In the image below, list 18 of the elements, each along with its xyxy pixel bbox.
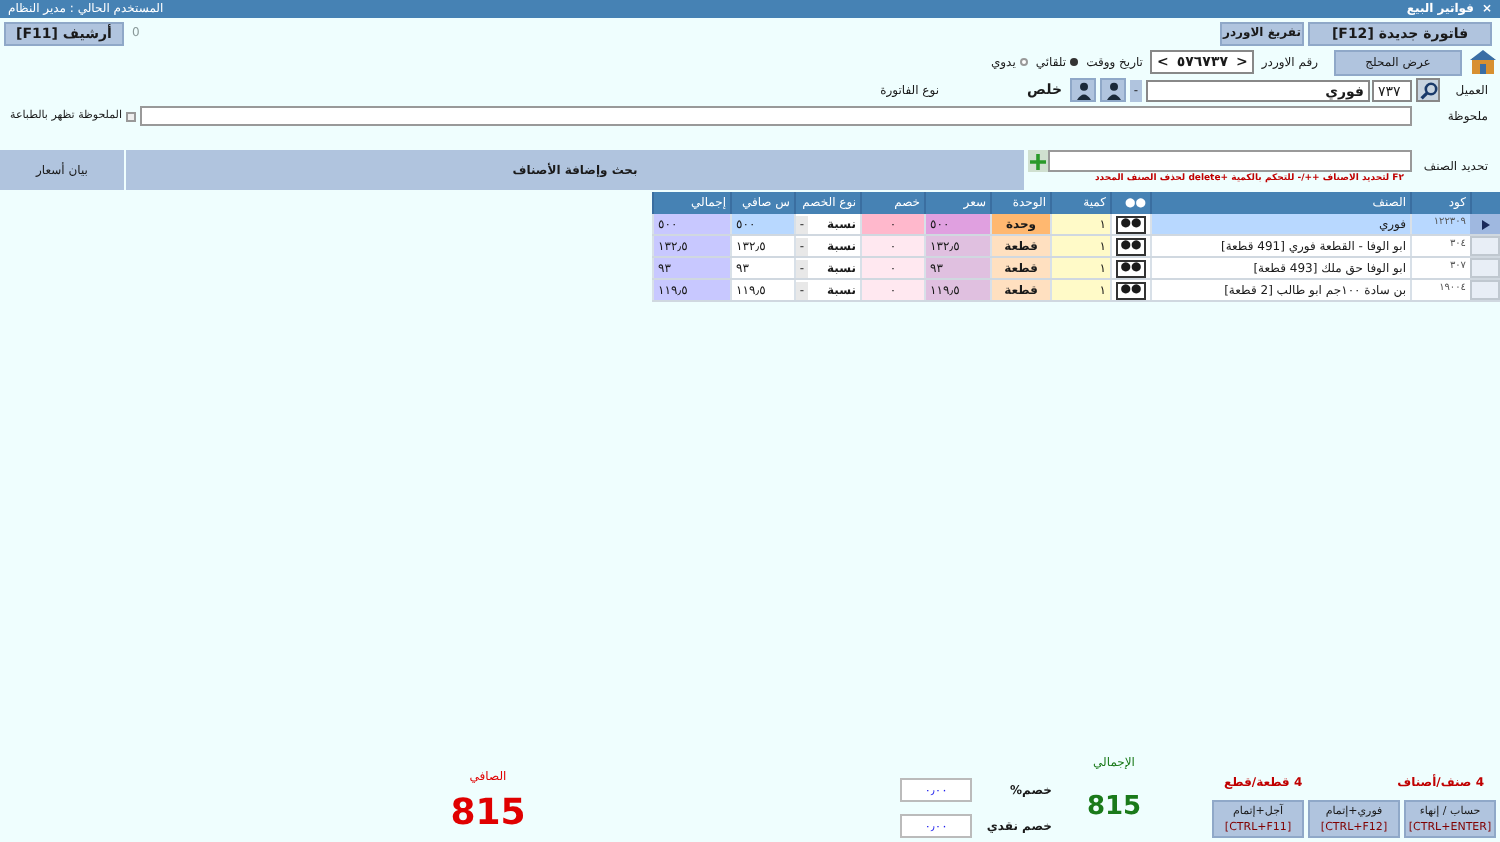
person-icon	[1075, 81, 1091, 99]
search-icon	[1419, 81, 1437, 99]
customer-button[interactable]	[1100, 78, 1126, 102]
radio-button[interactable]	[1070, 58, 1079, 66]
row-header[interactable]	[1470, 214, 1500, 234]
note-field[interactable]	[140, 106, 1412, 126]
store-icon	[1470, 49, 1496, 75]
person-icon	[1105, 81, 1121, 99]
plus-icon	[1030, 153, 1046, 169]
net-value: 815	[450, 794, 526, 834]
row-pointer-icon	[1481, 219, 1489, 229]
checkbox[interactable]	[126, 111, 136, 121]
add-button[interactable]	[1028, 150, 1048, 172]
customer-button[interactable]	[1070, 78, 1096, 102]
radio-button[interactable]	[1019, 58, 1028, 66]
search-button[interactable]	[1416, 78, 1440, 102]
item-select-field[interactable]	[1048, 150, 1412, 172]
total-value: 815	[1086, 789, 1142, 825]
